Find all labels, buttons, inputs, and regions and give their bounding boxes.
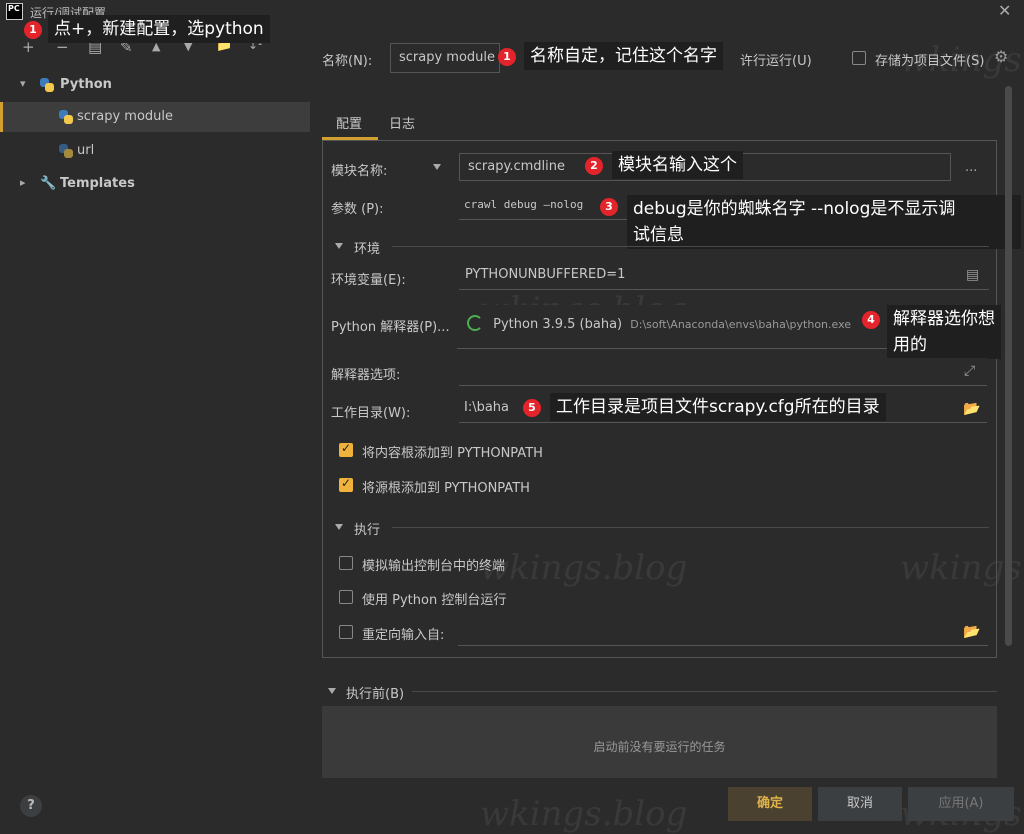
scrollbar[interactable] [1005, 86, 1012, 646]
params-label: 参数 (P): [331, 202, 384, 217]
chevron-right-icon[interactable]: ▸ [20, 168, 26, 198]
redirect-input-checkbox[interactable] [339, 625, 353, 639]
name-input[interactable]: scrapy module [390, 43, 500, 73]
store-project-checkbox[interactable] [852, 51, 866, 65]
interpreter-name: Python 3.9.5 (baha) [493, 317, 623, 332]
collapse-caret-icon[interactable] [335, 243, 343, 249]
annotation-badge: 5 [523, 399, 541, 417]
annotation-callout: 解释器选你想 用的 [887, 305, 1001, 359]
python-console-label: 使用 Python 控制台运行 [362, 593, 507, 608]
section-divider [392, 527, 989, 528]
tab-config[interactable]: 配置 [336, 113, 362, 132]
interpreter-label: Python 解释器(P)... [331, 320, 450, 335]
interpreter-path: D:\soft\Anaconda\envs\baha\python.exe [630, 318, 852, 331]
tree-item-templates[interactable]: ▸ 🔧 Templates [0, 169, 310, 199]
source-roots-checkbox[interactable] [339, 476, 353, 492]
before-launch-title: 执行前(B) [346, 687, 405, 702]
annotation-badge: 3 [600, 198, 618, 216]
tree-item-label: Python [60, 77, 112, 92]
interp-options-input[interactable] [459, 358, 987, 386]
annotation-badge: 4 [862, 311, 880, 329]
interp-options-label: 解释器选项: [331, 368, 401, 383]
apply-button[interactable]: 应用(A) [908, 787, 1014, 821]
emulate-terminal-checkbox[interactable] [339, 556, 353, 570]
env-var-label: 环境变量(E): [331, 273, 406, 288]
wrench-icon: 🔧 [40, 176, 57, 191]
tree-item-label: scrapy module [77, 109, 174, 124]
tree-item-url[interactable]: url [0, 136, 310, 166]
section-divider [392, 246, 989, 247]
env-section-title: 环境 [354, 242, 381, 257]
annotation-badge: 2 [585, 157, 603, 175]
source-roots-label: 将源根添加到 PYTHONPATH [362, 481, 530, 496]
parallel-run-label: 许行运行(U) [740, 54, 812, 69]
annotation-callout: 工作目录是项目文件scrapy.cfg所在的目录 [550, 393, 886, 421]
env-var-input[interactable]: PYTHONUNBUFFERED=1 [459, 262, 989, 290]
annotation-badge: 1 [498, 48, 516, 66]
loading-spinner-icon [467, 315, 483, 331]
content-roots-label: 将内容根添加到 PYTHONPATH [362, 446, 543, 461]
cancel-button[interactable]: 取消 [818, 787, 902, 821]
redirect-input-field[interactable] [458, 618, 988, 646]
watermark: wkings.blog [480, 794, 688, 834]
python-icon [40, 78, 54, 92]
name-label: 名称(N): [322, 54, 373, 69]
pycharm-logo-icon: PC [6, 3, 23, 20]
list-edit-icon[interactable]: ▤ [966, 267, 979, 283]
annotation-callout: debug是你的蜘蛛名字 --nolog是不显示调 试信息 [627, 195, 1021, 249]
dropdown-caret-icon[interactable] [433, 164, 441, 170]
tree-item-label: Templates [60, 176, 135, 191]
python-icon [59, 110, 73, 124]
tree-item-scrapy-module[interactable]: scrapy module [0, 102, 310, 132]
collapse-caret-icon[interactable] [335, 524, 343, 530]
collapse-caret-icon[interactable] [328, 688, 336, 694]
exec-section-title: 执行 [354, 523, 381, 538]
tree-item-label: url [77, 143, 95, 158]
annotation-callout: 名称自定，记住这个名字 [524, 42, 723, 70]
annotation-callout: 点+，新建配置，选python [48, 15, 270, 43]
annotation-badge: 1 [24, 21, 42, 39]
annotation-text: 用的 [893, 335, 927, 355]
ok-button[interactable]: 确定 [728, 787, 812, 821]
workdir-label: 工作目录(W): [331, 406, 411, 421]
chevron-down-icon[interactable]: ▾ [20, 69, 26, 99]
folder-icon[interactable]: 📂 [963, 401, 980, 417]
python-icon [59, 144, 73, 158]
tab-log[interactable]: 日志 [389, 113, 415, 132]
gear-icon[interactable]: ⚙ [994, 47, 1008, 66]
content-roots-checkbox[interactable] [339, 441, 353, 457]
section-divider [412, 691, 997, 692]
annotation-callout: 模块名输入这个 [612, 151, 743, 179]
store-project-label: 存储为项目文件(S) [875, 54, 985, 69]
emulate-terminal-label: 模拟输出控制台中的终端 [362, 559, 506, 574]
config-tree-panel: + − ▤ ✎ ▲ ▼ 📁 ↓² ▾ Python scrapy module … [0, 24, 312, 829]
expand-icon[interactable]: ⤢ [964, 363, 975, 379]
annotation-text: 解释器选你想 [893, 309, 995, 329]
folder-icon[interactable]: 📂 [963, 624, 980, 640]
annotation-text: 试信息 [633, 225, 684, 245]
redirect-input-label: 重定向输入自: [362, 628, 445, 643]
more-button[interactable]: ... [965, 160, 977, 175]
no-tasks-text: 启动前没有要运行的任务 [593, 740, 726, 754]
module-name-label: 模块名称: [331, 164, 388, 179]
python-console-checkbox[interactable] [339, 590, 353, 604]
help-icon[interactable]: ? [20, 795, 42, 817]
close-icon[interactable]: ✕ [998, 1, 1011, 20]
tree-item-python[interactable]: ▾ Python [0, 70, 310, 100]
annotation-text: debug是你的蜘蛛名字 --nolog是不显示调 [633, 199, 956, 219]
add-icon[interactable]: + [22, 38, 35, 56]
before-launch-panel: 启动前没有要运行的任务 [322, 706, 997, 778]
